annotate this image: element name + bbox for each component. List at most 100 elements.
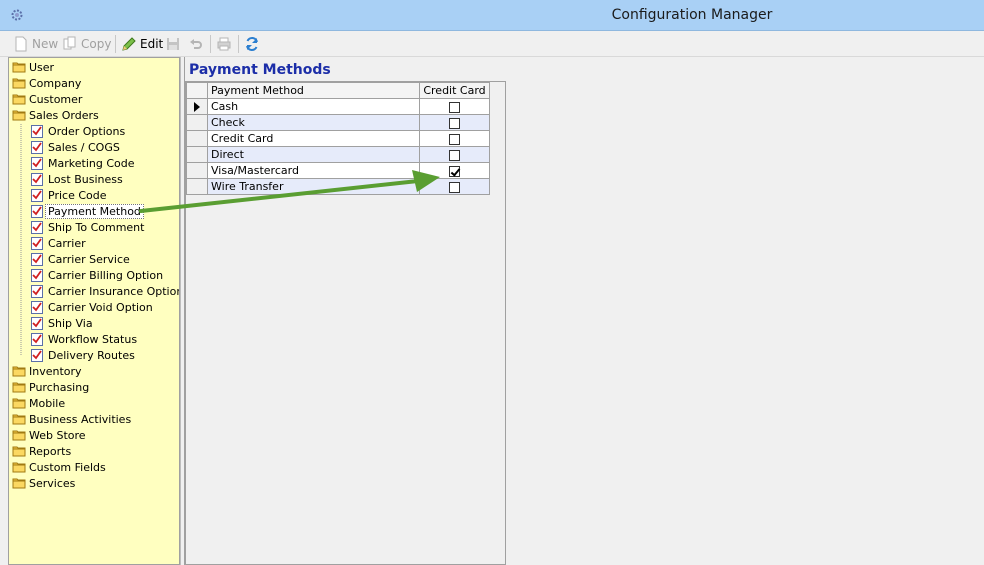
tree-item[interactable]: Company xyxy=(12,75,81,91)
credit-card-cell[interactable] xyxy=(419,98,490,115)
column-header-credit-card[interactable]: Credit Card xyxy=(419,82,490,99)
payment-method-cell[interactable]: Direct xyxy=(207,146,420,163)
checklist-icon xyxy=(31,332,43,346)
tree-item[interactable]: Mobile xyxy=(12,395,65,411)
tree-item-label: Ship To Comment xyxy=(48,220,145,234)
tree-item[interactable]: Inventory xyxy=(12,363,82,379)
row-header[interactable] xyxy=(186,178,208,195)
table-row[interactable]: Check xyxy=(186,114,490,131)
copy-icon xyxy=(63,36,76,50)
credit-card-checkbox[interactable] xyxy=(449,165,460,177)
row-header[interactable] xyxy=(186,130,208,147)
save-button[interactable] xyxy=(165,35,181,53)
tree-item[interactable]: Workflow Status xyxy=(31,331,137,347)
credit-card-cell[interactable] xyxy=(419,162,490,179)
tree-item-label: Payment Method xyxy=(45,203,144,219)
tree-item[interactable]: Sales Orders xyxy=(12,107,99,123)
checklist-icon xyxy=(31,204,43,218)
table-row[interactable]: Cash xyxy=(186,98,490,115)
credit-card-checkbox[interactable] xyxy=(449,149,460,161)
current-row-icon xyxy=(194,102,200,112)
credit-card-cell[interactable] xyxy=(419,146,490,163)
tree-item[interactable]: Sales / COGS xyxy=(31,139,120,155)
checklist-icon xyxy=(31,124,43,138)
table-row[interactable]: Direct xyxy=(186,146,490,163)
row-header[interactable] xyxy=(186,146,208,163)
tree-item[interactable]: Customer xyxy=(12,91,82,107)
tree-item[interactable]: Web Store xyxy=(12,427,86,443)
checklist-icon xyxy=(31,348,43,362)
tree-item-label: Custom Fields xyxy=(29,460,106,474)
tree-item[interactable]: Marketing Code xyxy=(31,155,134,171)
row-header[interactable] xyxy=(186,98,208,115)
tree-item[interactable]: Carrier Insurance Option xyxy=(31,283,180,299)
credit-card-cell[interactable] xyxy=(419,114,490,131)
tree-item[interactable]: Services xyxy=(12,475,75,491)
row-header[interactable] xyxy=(186,114,208,131)
tree-item-label: Price Code xyxy=(48,188,107,202)
edit-button[interactable]: Edit xyxy=(121,35,163,53)
new-button[interactable]: New xyxy=(13,35,58,53)
checklist-icon xyxy=(31,316,43,330)
payment-method-cell[interactable]: Credit Card xyxy=(207,130,420,147)
table-row[interactable]: Visa/Mastercard xyxy=(186,162,490,179)
payment-methods-grid[interactable]: Payment Method Credit Card Cash Check Cred… xyxy=(185,81,506,565)
navigation-tree[interactable]: User Company Customer Sales Orders Order Opt… xyxy=(8,57,180,565)
tree-item[interactable]: Carrier Void Option xyxy=(31,299,153,315)
undo-button[interactable] xyxy=(188,35,204,53)
payment-method-cell[interactable]: Wire Transfer xyxy=(207,178,420,195)
toolbar-separator xyxy=(238,35,239,53)
column-header-payment-method[interactable]: Payment Method xyxy=(207,82,420,99)
row-header[interactable] xyxy=(186,162,208,179)
copy-button[interactable]: Copy xyxy=(62,35,111,53)
tree-item-label: Reports xyxy=(29,444,72,458)
tree-item[interactable]: Carrier Service xyxy=(31,251,130,267)
toolbar: New Copy Edit xyxy=(0,31,984,57)
credit-card-checkbox[interactable] xyxy=(449,101,460,113)
tree-item[interactable]: Business Activities xyxy=(12,411,131,427)
checklist-icon xyxy=(31,300,43,314)
tree-item-label: Carrier Service xyxy=(48,252,130,266)
tree-item[interactable]: Reports xyxy=(12,443,71,459)
window-title: Configuration Manager xyxy=(611,7,773,23)
tree-item[interactable]: Carrier Billing Option xyxy=(31,267,163,283)
folder-icon xyxy=(12,110,26,121)
tree-item[interactable]: Ship To Comment xyxy=(31,219,144,235)
refresh-button[interactable] xyxy=(244,35,260,53)
payment-method-cell[interactable]: Visa/Mastercard xyxy=(207,162,420,179)
tree-item-label: Purchasing xyxy=(29,380,90,394)
tree-item[interactable]: Delivery Routes xyxy=(31,347,135,363)
checklist-icon xyxy=(31,236,43,250)
folder-icon xyxy=(12,94,26,105)
folder-icon xyxy=(12,78,26,89)
payment-method-cell[interactable]: Check xyxy=(207,114,420,131)
credit-card-checkbox[interactable] xyxy=(449,181,460,193)
print-button[interactable] xyxy=(216,35,232,53)
folder-icon xyxy=(12,62,26,73)
credit-card-checkbox[interactable] xyxy=(449,133,460,145)
credit-card-cell[interactable] xyxy=(419,178,490,195)
table-row[interactable]: Credit Card xyxy=(186,130,490,147)
tree-item-label: Carrier Insurance Option xyxy=(48,284,180,298)
page-title: Payment Methods xyxy=(189,62,331,78)
tree-item-label: Delivery Routes xyxy=(48,348,135,362)
tree-item[interactable]: Payment Method xyxy=(31,203,144,219)
tree-item[interactable]: Custom Fields xyxy=(12,459,106,475)
tree-item[interactable]: Carrier xyxy=(31,235,86,251)
payment-method-cell[interactable]: Cash xyxy=(207,98,420,115)
folder-icon xyxy=(12,382,26,393)
tree-item[interactable]: Purchasing xyxy=(12,379,89,395)
tree-item-label: Web Store xyxy=(29,428,86,442)
tree-item[interactable]: User xyxy=(12,59,54,75)
tree-item[interactable]: Ship Via xyxy=(31,315,93,331)
tree-item[interactable]: Order Options xyxy=(31,123,125,139)
checklist-icon xyxy=(31,140,43,154)
credit-card-checkbox[interactable] xyxy=(449,117,460,129)
tree-item[interactable]: Lost Business xyxy=(31,171,123,187)
new-button-label: New xyxy=(32,37,59,51)
tree-item[interactable]: Price Code xyxy=(31,187,107,203)
credit-card-cell[interactable] xyxy=(419,130,490,147)
folder-icon xyxy=(12,446,26,457)
table-row[interactable]: Wire Transfer xyxy=(186,178,490,195)
edit-button-label: Edit xyxy=(140,37,164,51)
